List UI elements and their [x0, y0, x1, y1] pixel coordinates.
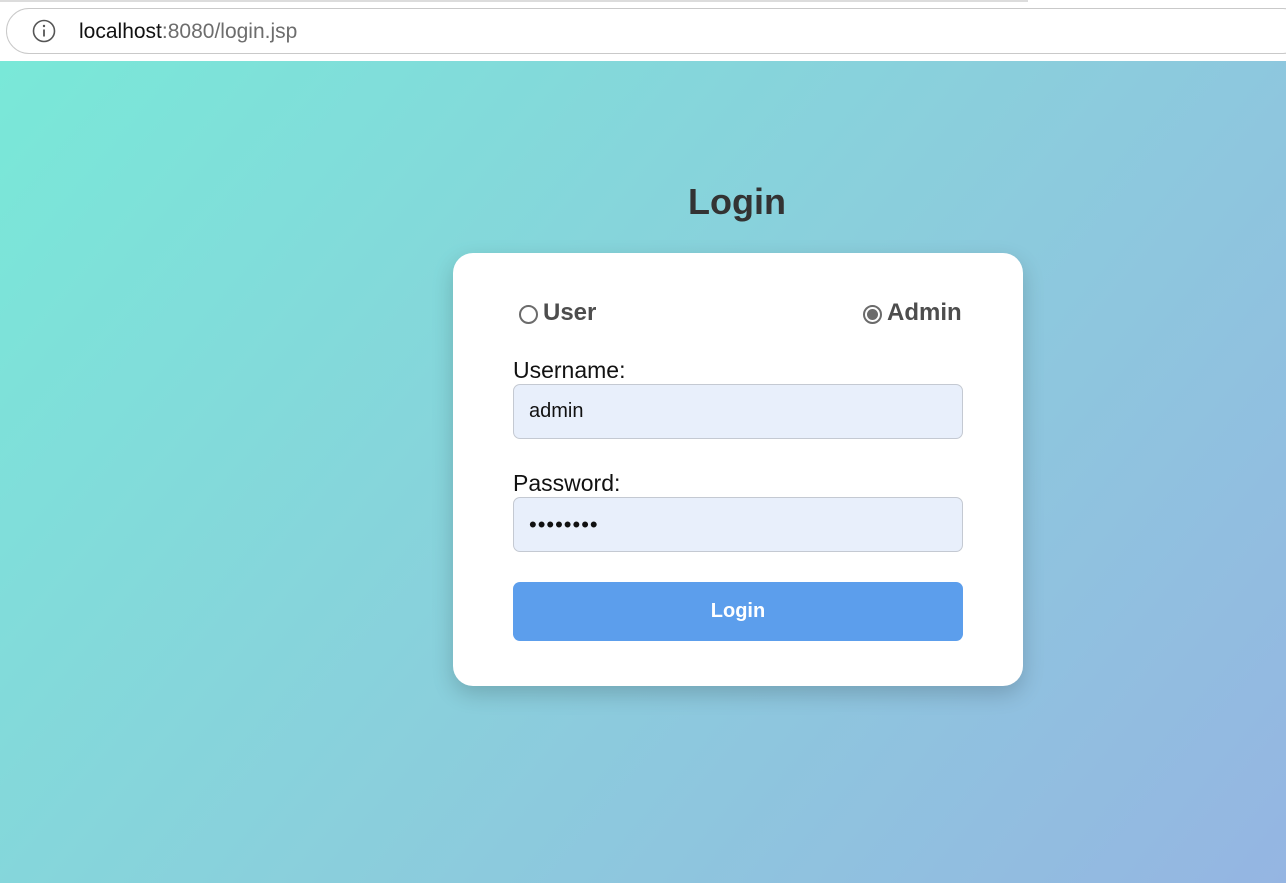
username-label: Username:	[513, 357, 626, 383]
address-bar[interactable]: localhost:8080/login.jsp	[6, 8, 1286, 54]
password-label: Password:	[513, 470, 621, 496]
password-field[interactable]: ••••••••	[513, 497, 963, 552]
url-host: localhost	[79, 20, 162, 43]
info-icon[interactable]	[32, 19, 56, 43]
admin-radio-label: Admin	[887, 299, 962, 326]
username-value: admin	[529, 400, 584, 422]
role-user-option[interactable]: User	[519, 299, 596, 327]
page-background: Login User Admin Username: admin Passwor…	[0, 61, 1286, 883]
login-card: User Admin Username: admin Password: •••…	[453, 253, 1023, 686]
url-path: :8080/login.jsp	[161, 20, 298, 43]
user-radio-label: User	[543, 299, 597, 326]
url-text[interactable]: localhost:8080/login.jsp	[79, 20, 297, 44]
page-title: Login	[688, 181, 786, 222]
username-field[interactable]: admin	[513, 384, 963, 439]
user-radio[interactable]	[519, 305, 538, 324]
browser-toolbar: localhost:8080/login.jsp	[0, 0, 1286, 61]
role-admin-option[interactable]: Admin	[863, 299, 962, 327]
password-value: ••••••••	[529, 511, 599, 537]
login-button[interactable]: Login	[513, 582, 963, 641]
admin-radio[interactable]	[863, 305, 882, 324]
page-load-progress	[0, 0, 1028, 2]
